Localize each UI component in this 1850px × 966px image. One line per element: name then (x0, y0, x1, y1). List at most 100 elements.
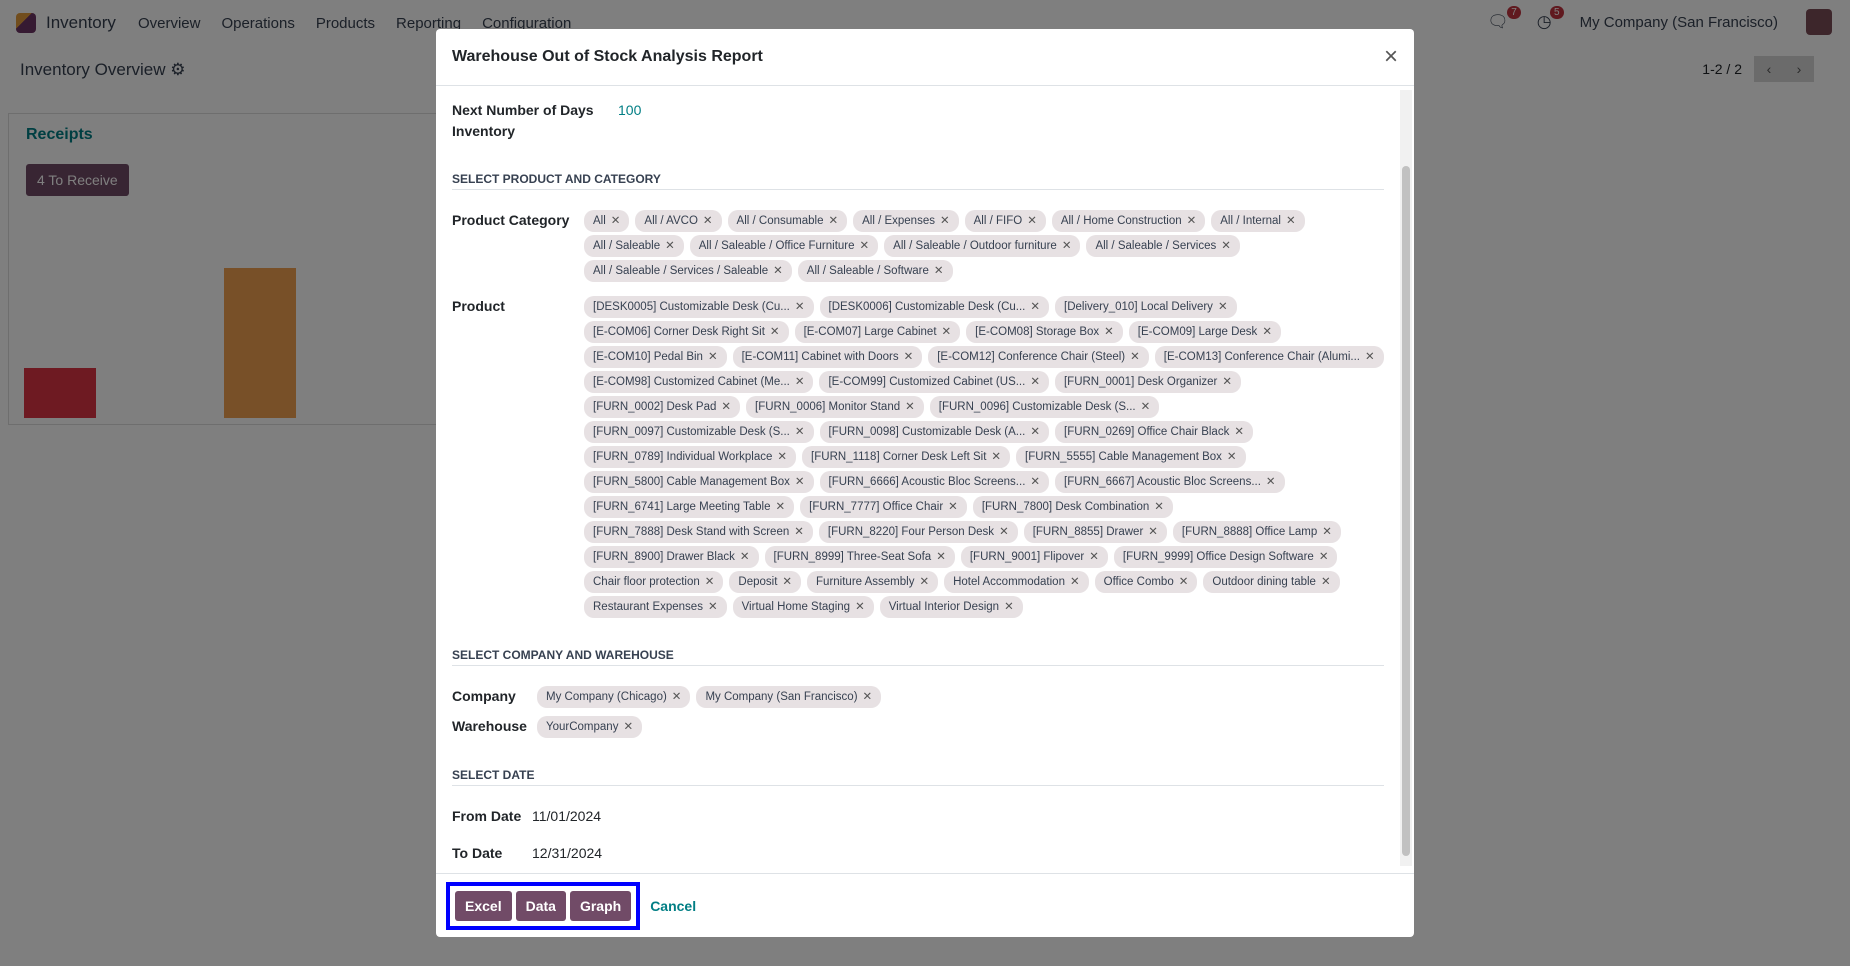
remove-tag-icon[interactable]: ✕ (936, 551, 946, 563)
tag-label: [FURN_0001] Desk Organizer (1063, 376, 1218, 388)
remove-tag-icon[interactable]: ✕ (611, 215, 621, 227)
remove-tag-icon[interactable]: ✕ (672, 691, 682, 703)
tag: [E-COM12] Conference Chair (Steel) ✕ (928, 346, 1149, 368)
remove-tag-icon[interactable]: ✕ (1221, 240, 1231, 252)
remove-tag-icon[interactable]: ✕ (708, 601, 718, 613)
tag-label: [E-COM10] Pedal Bin (593, 351, 703, 363)
tag: [E-COM07] Large Cabinet ✕ (794, 321, 961, 343)
remove-tag-icon[interactable]: ✕ (1030, 426, 1040, 438)
tag-label: Furniture Assembly (816, 576, 915, 588)
remove-tag-icon[interactable]: ✕ (1262, 326, 1272, 338)
tag: [E-COM11] Cabinet with Doors ✕ (732, 346, 923, 368)
remove-tag-icon[interactable]: ✕ (863, 691, 873, 703)
tag: Virtual Interior Design ✕ (879, 596, 1023, 618)
remove-tag-icon[interactable]: ✕ (1179, 576, 1189, 588)
cancel-button[interactable]: Cancel (650, 898, 696, 914)
product-tags[interactable]: [DESK0005] Customizable Desk (Cu... ✕ [DES… (576, 296, 1384, 618)
remove-tag-icon[interactable]: ✕ (795, 426, 805, 438)
remove-tag-icon[interactable]: ✕ (776, 501, 786, 513)
tag: [DESK0006] Customizable Desk (Cu... ✕ (819, 296, 1049, 318)
remove-tag-icon[interactable]: ✕ (1322, 526, 1332, 538)
remove-tag-icon[interactable]: ✕ (1234, 426, 1244, 438)
remove-tag-icon[interactable]: ✕ (1030, 376, 1040, 388)
tag-label: Outdoor dining table (1212, 576, 1316, 588)
remove-tag-icon[interactable]: ✕ (904, 351, 914, 363)
remove-tag-icon[interactable]: ✕ (703, 215, 713, 227)
remove-tag-icon[interactable]: ✕ (795, 376, 805, 388)
tag-label: Hotel Accommodation (953, 576, 1065, 588)
remove-tag-icon[interactable]: ✕ (708, 351, 718, 363)
remove-tag-icon[interactable]: ✕ (919, 576, 929, 588)
days-label: Next Number of Days Inventory (452, 102, 594, 139)
remove-tag-icon[interactable]: ✕ (1222, 376, 1232, 388)
close-icon[interactable]: × (1384, 43, 1398, 71)
graph-button[interactable]: Graph (569, 890, 632, 921)
remove-tag-icon[interactable]: ✕ (782, 576, 792, 588)
category-tags[interactable]: All ✕ All / AVCO ✕ All / Consumable ✕ All / Ex… (576, 210, 1384, 282)
remove-tag-icon[interactable]: ✕ (705, 576, 715, 588)
remove-tag-icon[interactable]: ✕ (1104, 326, 1114, 338)
remove-tag-icon[interactable]: ✕ (773, 265, 783, 277)
tag: [FURN_9999] Office Design Software ✕ (1113, 546, 1338, 568)
days-input[interactable]: 100 (618, 100, 641, 142)
remove-tag-icon[interactable]: ✕ (1027, 215, 1037, 227)
remove-tag-icon[interactable]: ✕ (948, 501, 958, 513)
tag: [FURN_8855] Drawer ✕ (1023, 521, 1167, 543)
tag-label: [E-COM11] Cabinet with Doors (741, 351, 899, 363)
remove-tag-icon[interactable]: ✕ (777, 451, 787, 463)
remove-tag-icon[interactable]: ✕ (1148, 526, 1158, 538)
remove-tag-icon[interactable]: ✕ (934, 265, 944, 277)
remove-tag-icon[interactable]: ✕ (795, 476, 805, 488)
remove-tag-icon[interactable]: ✕ (1321, 576, 1331, 588)
remove-tag-icon[interactable]: ✕ (942, 326, 952, 338)
company-tags[interactable]: My Company (Chicago) ✕ My Company (San Fra… (537, 686, 1384, 708)
remove-tag-icon[interactable]: ✕ (795, 301, 805, 313)
tag: [E-COM09] Large Desk ✕ (1128, 321, 1281, 343)
remove-tag-icon[interactable]: ✕ (770, 326, 780, 338)
tag-label: All / Saleable / Services (1095, 240, 1217, 252)
data-button[interactable]: Data (515, 890, 566, 921)
tag-label: [FURN_0096] Customizable Desk (S... (938, 401, 1136, 413)
remove-tag-icon[interactable]: ✕ (1004, 601, 1014, 613)
tag: [FURN_5555] Cable Management Box ✕ (1016, 446, 1246, 468)
remove-tag-icon[interactable]: ✕ (740, 551, 750, 563)
remove-tag-icon[interactable]: ✕ (940, 215, 950, 227)
remove-tag-icon[interactable]: ✕ (1218, 301, 1228, 313)
tag: [DESK0005] Customizable Desk (Cu... ✕ (584, 296, 814, 318)
remove-tag-icon[interactable]: ✕ (721, 401, 731, 413)
remove-tag-icon[interactable]: ✕ (1187, 215, 1197, 227)
scrollbar[interactable] (1400, 90, 1412, 866)
remove-tag-icon[interactable]: ✕ (1030, 301, 1040, 313)
remove-tag-icon[interactable]: ✕ (860, 240, 870, 252)
remove-tag-icon[interactable]: ✕ (665, 240, 675, 252)
remove-tag-icon[interactable]: ✕ (1227, 451, 1237, 463)
remove-tag-icon[interactable]: ✕ (1286, 215, 1296, 227)
remove-tag-icon[interactable]: ✕ (1365, 351, 1375, 363)
remove-tag-icon[interactable]: ✕ (1154, 501, 1164, 513)
remove-tag-icon[interactable]: ✕ (623, 721, 633, 733)
scrollbar-thumb[interactable] (1402, 166, 1410, 856)
remove-tag-icon[interactable]: ✕ (794, 526, 804, 538)
remove-tag-icon[interactable]: ✕ (999, 526, 1009, 538)
remove-tag-icon[interactable]: ✕ (905, 401, 915, 413)
excel-button[interactable]: Excel (455, 890, 512, 921)
remove-tag-icon[interactable]: ✕ (991, 451, 1001, 463)
tag: [E-COM08] Storage Box ✕ (966, 321, 1123, 343)
remove-tag-icon[interactable]: ✕ (1266, 476, 1276, 488)
tag-label: [FURN_6667] Acoustic Bloc Screens... (1064, 476, 1261, 488)
remove-tag-icon[interactable]: ✕ (1070, 576, 1080, 588)
remove-tag-icon[interactable]: ✕ (1130, 351, 1140, 363)
warehouse-tags[interactable]: YourCompany ✕ (537, 716, 1384, 738)
tag: [FURN_8999] Three-Seat Sofa ✕ (764, 546, 955, 568)
to-date-input[interactable]: 12/31/2024 (532, 843, 602, 864)
from-date-input[interactable]: 11/01/2024 (532, 806, 601, 827)
remove-tag-icon[interactable]: ✕ (828, 215, 838, 227)
remove-tag-icon[interactable]: ✕ (1030, 476, 1040, 488)
remove-tag-icon[interactable]: ✕ (1089, 551, 1099, 563)
tag-label: My Company (Chicago) (546, 691, 667, 703)
remove-tag-icon[interactable]: ✕ (1319, 551, 1329, 563)
tag: All / Consumable ✕ (727, 210, 848, 232)
remove-tag-icon[interactable]: ✕ (1062, 240, 1072, 252)
remove-tag-icon[interactable]: ✕ (1141, 401, 1151, 413)
remove-tag-icon[interactable]: ✕ (855, 601, 865, 613)
